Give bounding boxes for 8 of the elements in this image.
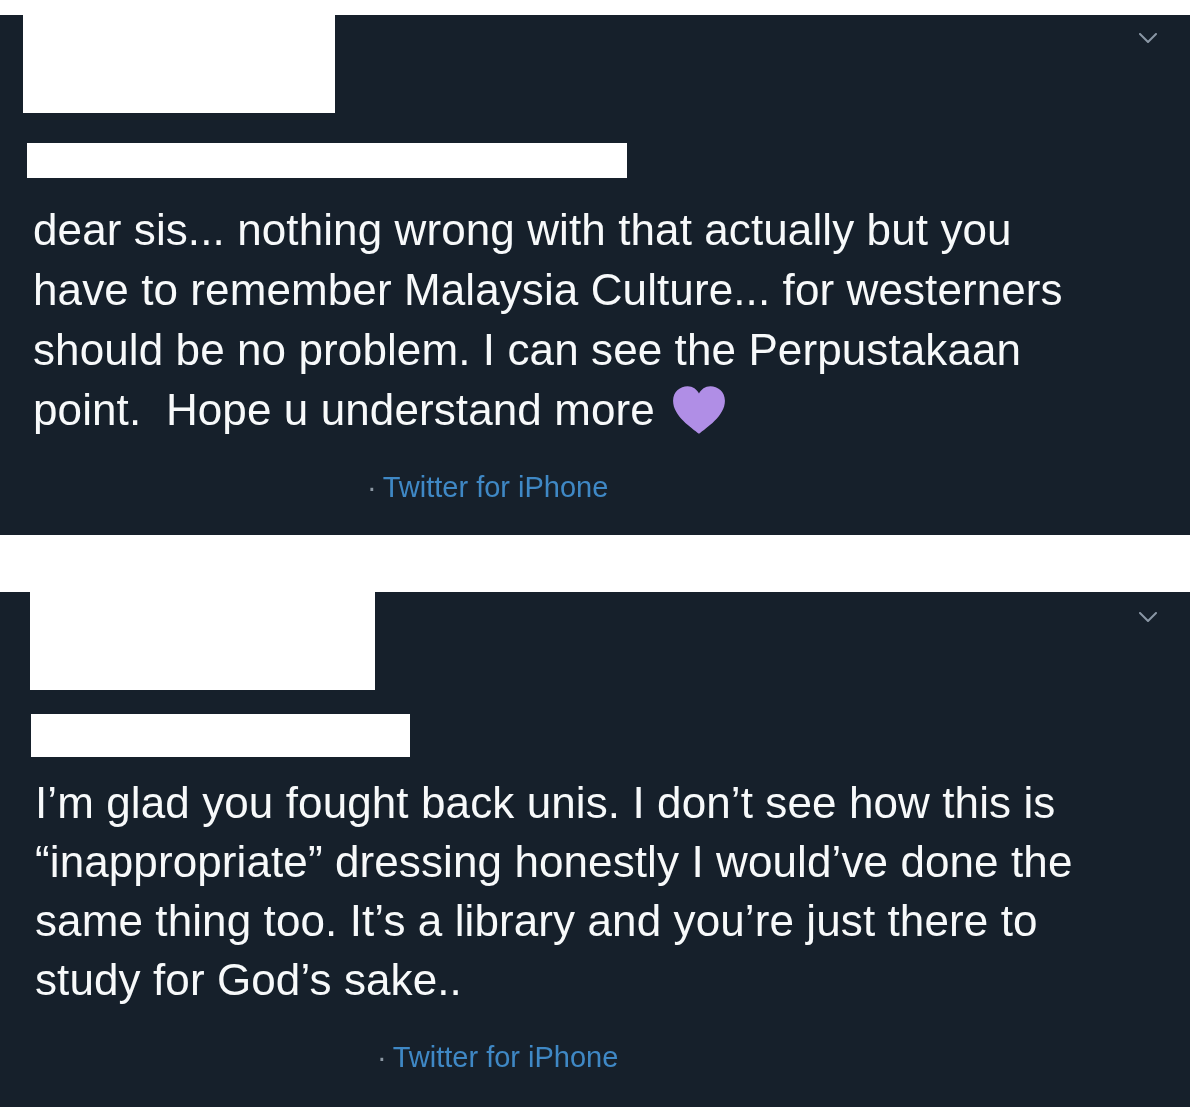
- tweet-text: dear sis... nothing wrong with that actually but you have to remember Malaysia Culture... for westerners should be no problem. I can see the Perpustakaan point. Hope u understand more: [33, 205, 1063, 434]
- source-link[interactable]: Twitter for iPhone: [382, 470, 609, 504]
- source-link[interactable]: Twitter for iPhone: [392, 1040, 619, 1074]
- caret-icon[interactable]: [1139, 33, 1157, 43]
- caret-icon[interactable]: [1139, 612, 1157, 622]
- tweet-text: I’m glad you fought back unis. I don’t see how this is “inappropriate” dressing honestly I would’ve done the same thing too. It’s a library and you’re just there to study for God’s sake..: [35, 778, 1073, 1004]
- separator-dot: ·: [367, 470, 377, 504]
- separator-dot: ·: [377, 1040, 387, 1074]
